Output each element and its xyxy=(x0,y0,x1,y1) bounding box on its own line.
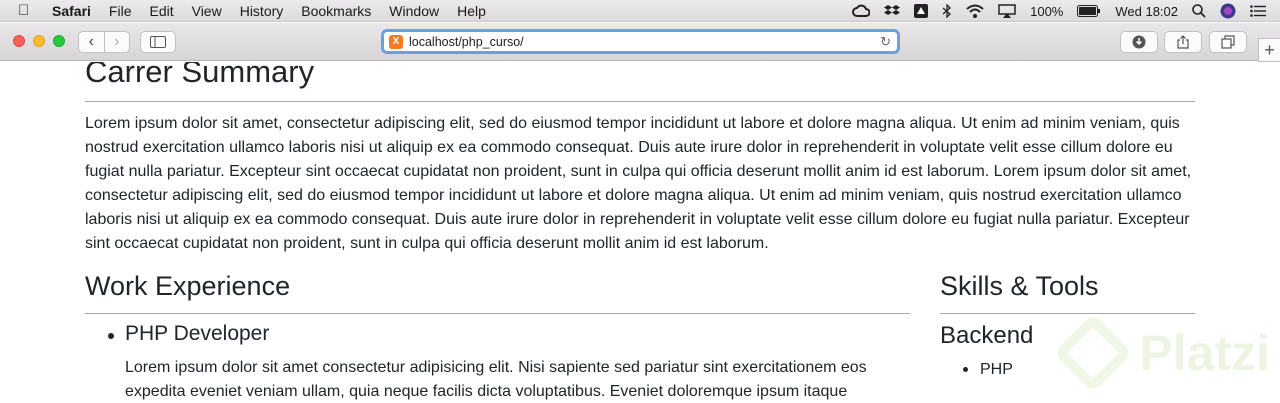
sidebar-icon xyxy=(150,36,166,48)
spotlight-search-icon[interactable] xyxy=(1192,4,1206,18)
menu-file[interactable]: File xyxy=(109,3,132,19)
clock[interactable]: Wed 18:02 xyxy=(1115,4,1178,19)
menu-view[interactable]: View xyxy=(192,3,222,19)
menu-app-name[interactable]: Safari xyxy=(52,3,91,19)
status-area: 100% Wed 18:02 xyxy=(852,0,1280,22)
downloads-button[interactable] xyxy=(1120,31,1158,53)
career-summary-heading: Carrer Summary xyxy=(85,62,315,89)
wifi-icon[interactable] xyxy=(966,4,984,18)
navigation-buttons: ‹ › xyxy=(78,31,130,53)
drive-icon[interactable] xyxy=(914,4,929,18)
zoom-window-button[interactable] xyxy=(53,35,65,47)
list-bullet xyxy=(108,333,114,339)
macos-menu-bar:  Safari File Edit View History Bookmark… xyxy=(0,0,1280,22)
job-title: PHP Developer xyxy=(125,322,270,345)
menu-window[interactable]: Window xyxy=(389,3,439,19)
notification-center-icon[interactable] xyxy=(1250,5,1266,17)
xampp-favicon-icon: X xyxy=(389,34,403,49)
dropbox-icon[interactable] xyxy=(884,4,901,18)
share-button[interactable] xyxy=(1164,31,1202,53)
platzi-logo-icon xyxy=(1053,313,1134,393)
job-description: Lorem ipsum dolor sit amet consectetur a… xyxy=(125,359,867,400)
work-divider xyxy=(85,313,910,314)
watermark-text: Platzi xyxy=(1139,325,1270,381)
back-button[interactable]: ‹ xyxy=(79,32,104,52)
creative-cloud-icon[interactable] xyxy=(852,4,871,18)
minimize-window-button[interactable] xyxy=(33,35,45,47)
apple-logo-icon[interactable]:  xyxy=(18,2,38,19)
battery-icon[interactable] xyxy=(1077,5,1101,17)
close-window-button[interactable] xyxy=(13,35,25,47)
tab-overview-button[interactable] xyxy=(1209,31,1247,53)
list-bullet xyxy=(963,367,968,372)
skill-item: PHP xyxy=(980,361,1013,378)
menu-bookmarks[interactable]: Bookmarks xyxy=(301,3,371,19)
menu-history[interactable]: History xyxy=(240,3,284,19)
menu-edit[interactable]: Edit xyxy=(149,3,173,19)
sidebar-toggle-button[interactable] xyxy=(140,31,176,53)
siri-icon[interactable] xyxy=(1220,3,1236,19)
menu-help[interactable]: Help xyxy=(457,3,486,19)
address-bar[interactable]: X ↻ xyxy=(381,29,900,54)
backend-heading: Backend xyxy=(940,322,1034,349)
plus-icon: + xyxy=(1264,39,1275,60)
forward-button[interactable]: › xyxy=(103,32,130,52)
share-icon xyxy=(1177,35,1189,49)
career-summary-text: Lorem ipsum dolor sit amet, consectetur … xyxy=(85,115,1192,252)
battery-percent: 100% xyxy=(1030,3,1064,19)
work-experience-heading: Work Experience xyxy=(85,271,291,301)
safari-toolbar: ‹ › X ↻ + xyxy=(0,23,1280,62)
reload-icon[interactable]: ↻ xyxy=(880,34,891,50)
tabs-icon xyxy=(1221,35,1235,49)
summary-divider xyxy=(85,101,1195,102)
airplay-icon[interactable] xyxy=(998,4,1016,18)
download-icon xyxy=(1132,35,1146,49)
new-tab-button[interactable]: + xyxy=(1258,38,1280,62)
skills-tools-heading: Skills & Tools xyxy=(940,271,1099,301)
url-input[interactable] xyxy=(409,34,849,49)
skills-divider xyxy=(940,313,1195,314)
bluetooth-icon[interactable] xyxy=(942,4,952,18)
page-content: Carrer Summary Lorem ipsum dolor sit ame… xyxy=(0,62,1280,403)
platzi-watermark: Platzi xyxy=(1053,313,1270,393)
